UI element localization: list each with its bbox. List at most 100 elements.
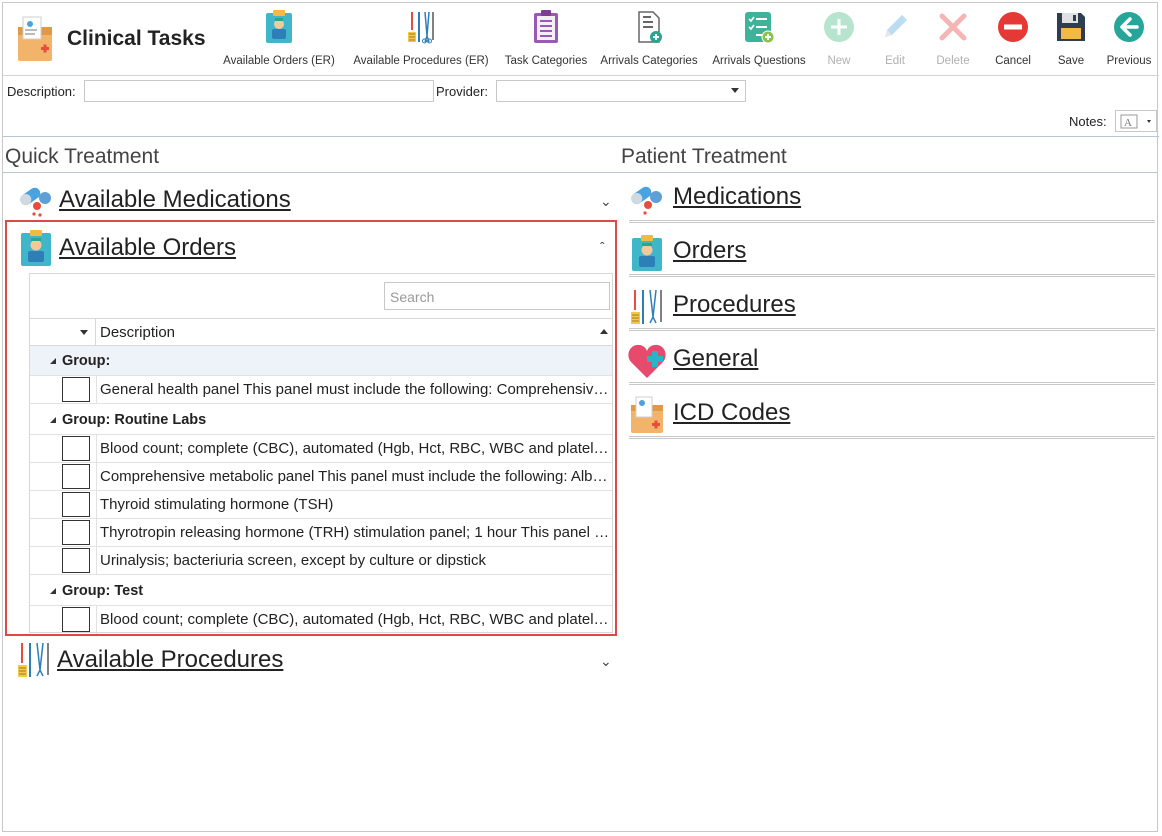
description-input[interactable] [84,80,434,102]
row-checkbox[interactable] [62,377,90,402]
surgical-tools-icon [403,7,439,47]
chevron-down-icon[interactable]: ⌄ [600,193,612,210]
quick-treatment-title: Quick Treatment [5,145,160,168]
icd-codes-link[interactable]: ICD Codes [673,399,790,427]
order-description: Comprehensive metabolic panel This panel… [100,468,610,485]
chevron-down-icon [731,88,739,93]
group-column-header[interactable] [30,319,96,345]
toolbar: Clinical Tasks Available Orders (ER) Ava… [3,3,1159,71]
checklist-add-icon [741,7,777,47]
toolbar-button-label: Task Categories [504,55,588,67]
available-procedures-er-button[interactable]: Available Procedures (ER) [351,7,491,69]
table-row[interactable]: Thyroid stimulating hormone (TSH) [30,491,612,519]
font-format-icon: A [1120,114,1151,129]
toolbar-button-label: Delete [936,55,970,67]
available-procedures-header[interactable]: Available Procedures [15,639,613,681]
group-row[interactable]: Group: [30,346,612,376]
available-medications-header[interactable]: Available Medications [17,179,613,221]
orders-clipboard-icon [627,233,667,273]
pills-icon [627,179,667,219]
sort-ascending-icon[interactable] [600,329,608,334]
table-row[interactable]: Blood count; complete (CBC), automated (… [30,435,612,463]
orders-clipboard-icon [261,7,297,47]
list-clipboard-icon [528,7,564,47]
table-row[interactable]: Urinalysis; bacteriuria screen, except b… [30,547,612,575]
orders-grid: Search Description Group: General health… [29,273,613,634]
provider-select[interactable] [496,80,746,102]
group-label: Group: Test [62,583,144,599]
row-checkbox[interactable] [62,464,90,489]
divider [629,382,1155,385]
medical-folder-icon [15,13,55,63]
arrivals-questions-button[interactable]: Arrivals Questions [707,7,811,69]
grid-header: Description [30,318,612,346]
x-icon [935,7,971,47]
divider [96,376,97,404]
notes-font-dropdown[interactable]: A [1115,110,1157,132]
new-button[interactable]: New [819,7,859,69]
patient-orders-item: Orders [625,227,1157,277]
notes-label: Notes: [1069,114,1107,129]
patient-treatment-title: Patient Treatment [621,145,787,168]
arrow-left-circle-icon [1111,7,1147,47]
orders-link[interactable]: Orders [673,237,746,265]
order-description: Thyrotropin releasing hormone (TRH) stim… [100,524,610,541]
table-row[interactable]: Thyrotropin releasing hormone (TRH) stim… [30,519,612,547]
order-description: Blood count; complete (CBC), automated (… [100,440,610,457]
available-medications-label: Available Medications [59,186,291,213]
orders-clipboard-icon [17,229,55,267]
group-row[interactable]: Group: Routine Labs [30,405,612,435]
table-row[interactable]: Comprehensive metabolic panel This panel… [30,463,612,491]
group-label: Group: [62,353,111,369]
collapse-triangle-icon [50,358,56,364]
available-orders-header[interactable]: Available Orders [17,227,613,269]
save-button[interactable]: Save [1053,7,1089,69]
search-input[interactable]: Search [384,282,610,310]
toolbar-button-label: Arrivals Categories [600,55,698,67]
table-row[interactable]: Blood count; complete (CBC), automated (… [30,606,612,634]
medications-link[interactable]: Medications [673,183,801,211]
filter-bar: Description: Provider: Notes: A [3,75,1159,137]
cancel-button[interactable]: Cancel [991,7,1035,69]
row-checkbox[interactable] [62,607,90,632]
delete-button[interactable]: Delete [929,7,977,69]
row-checkbox[interactable] [62,548,90,573]
group-row[interactable]: Group: Test [30,576,612,606]
svg-text:A: A [1124,117,1132,129]
patient-medications-item: Medications [625,173,1157,223]
arrivals-categories-button[interactable]: Arrivals Categories [597,7,701,69]
row-checkbox[interactable] [62,492,90,517]
chevron-down-icon[interactable]: ⌄ [600,653,612,670]
divider [629,274,1155,277]
order-description: Blood count; complete (CBC), automated (… [100,611,610,628]
surgical-tools-icon [627,287,667,327]
document-add-icon [631,7,667,47]
row-checkbox[interactable] [62,436,90,461]
floppy-disk-icon [1053,7,1089,47]
divider [96,435,97,463]
order-description: General health panel This panel must inc… [100,381,610,398]
task-categories-button[interactable]: Task Categories [501,7,591,69]
minus-circle-icon [995,7,1031,47]
available-procedures-label: Available Procedures [57,646,284,673]
pencil-icon [877,7,913,47]
provider-label: Provider: [436,84,489,99]
toolbar-button-label: Edit [885,55,905,67]
available-orders-er-button[interactable]: Available Orders (ER) [223,7,335,69]
collapse-triangle-icon [50,588,56,594]
toolbar-button-label: Arrivals Questions [712,55,806,67]
toolbar-button-label: Cancel [995,55,1031,67]
edit-button[interactable]: Edit [875,7,915,69]
table-row[interactable]: General health panel This panel must inc… [30,376,612,404]
row-checkbox[interactable] [62,520,90,545]
chevron-up-icon[interactable]: ˆ [600,239,605,255]
description-column-header[interactable]: Description [100,324,175,341]
procedures-link[interactable]: Procedures [673,291,796,319]
divider [629,220,1155,223]
surgical-tools-icon [15,641,53,679]
previous-button[interactable]: Previous [1103,7,1155,69]
filter-dropdown-icon [80,330,88,335]
divider [629,328,1155,331]
toolbar-button-label: Available Procedures (ER) [353,55,489,67]
general-link[interactable]: General [673,345,758,373]
